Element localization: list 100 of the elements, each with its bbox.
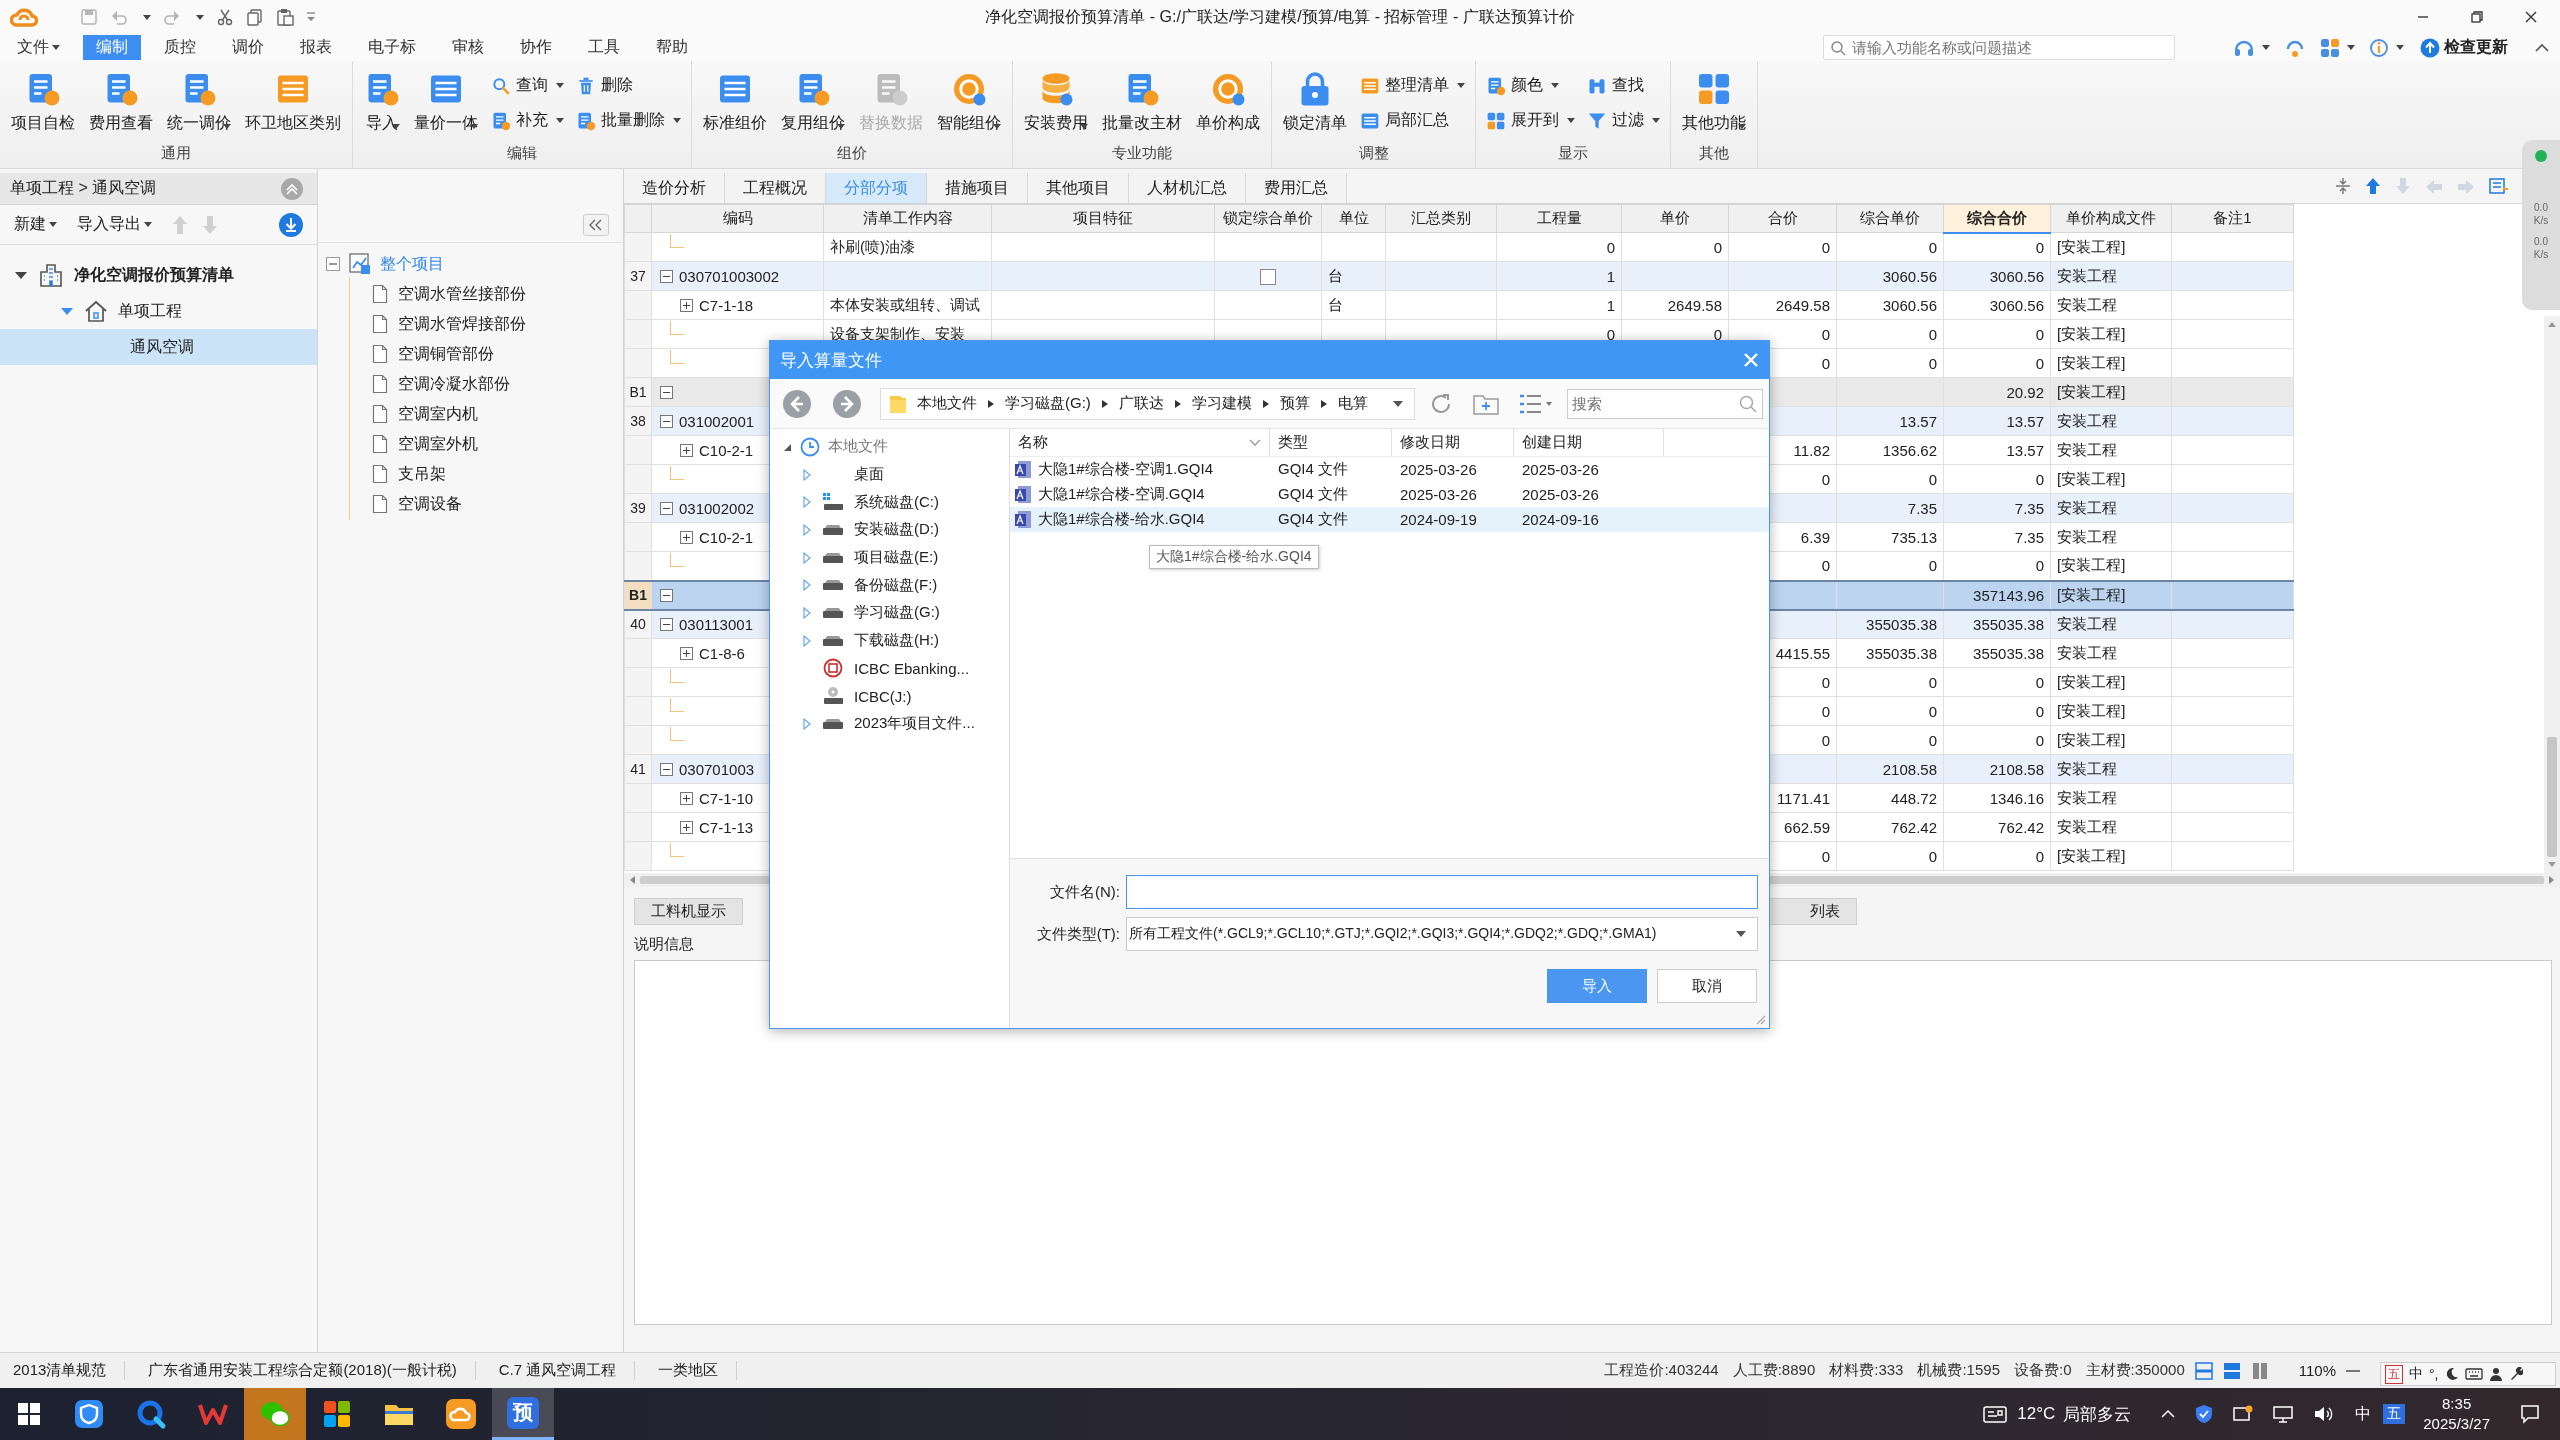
save-icon[interactable] [80, 8, 98, 26]
right-arrow-icon[interactable] [2548, 875, 2556, 885]
settings-icon[interactable] [2489, 177, 2509, 195]
file-name[interactable]: 大隐1#综合楼-空调1.GQI4 [1038, 460, 1214, 479]
layout-icon[interactable] [2194, 1361, 2213, 1380]
toolbar-button[interactable]: 导入 [359, 67, 405, 133]
toolbar-button[interactable]: 费用查看 [84, 67, 158, 138]
tree-item[interactable]: ICBC(J:) [854, 687, 912, 705]
up-arrow-icon[interactable] [2365, 177, 2381, 195]
tree-item[interactable]: 通风空调 [130, 336, 194, 358]
copy-icon[interactable] [246, 8, 264, 26]
menu-item[interactable]: 协作 [507, 35, 565, 60]
toolbar-button[interactable]: 导入导出 [77, 214, 152, 235]
redo-icon[interactable] [163, 8, 181, 26]
tree-item[interactable]: 本地文件 [828, 437, 888, 457]
clock-time[interactable]: 8:35 [2442, 1394, 2472, 1414]
toolbar-button[interactable]: 单价构成 [1191, 67, 1265, 138]
columns-icon[interactable] [2250, 1361, 2269, 1380]
path-bar[interactable]: 本地文件 学习磁盘(G:) 广联达 学习建模 预算 电算 [880, 387, 1415, 420]
toolbar-button[interactable]: 补充 [487, 108, 568, 133]
file-name-field[interactable] [1126, 875, 1758, 909]
collapse-icon[interactable] [2534, 41, 2550, 54]
file-name[interactable]: 大隐1#综合楼-空调.GQI4 [1038, 485, 1205, 504]
toolbar-button[interactable]: 整理清单 [1356, 73, 1469, 98]
tree-item[interactable]: 下载磁盘(H:) [854, 631, 939, 651]
toolbar-button[interactable]: 批量改主材 [1097, 67, 1187, 138]
expand-toggle[interactable] [680, 791, 693, 805]
collapse-toggle[interactable] [660, 269, 673, 283]
file-name[interactable]: 大隐1#综合楼-给水.GQI4 [1038, 510, 1205, 529]
chevron-icon[interactable] [2161, 1409, 2176, 1419]
toolbar-button[interactable]: 展开到 [1482, 108, 1579, 133]
tree-item[interactable]: 备份磁盘(F:) [854, 575, 938, 595]
expand-arrow[interactable] [802, 551, 812, 564]
collapse-toggle[interactable] [660, 762, 673, 776]
search-field[interactable]: 搜索 [1567, 388, 1763, 419]
toolbar-button[interactable]: 批量删除 [572, 108, 685, 133]
toolbar-button[interactable]: 项目自检 [6, 67, 80, 138]
column-header[interactable]: 汇总类别 [1385, 204, 1497, 233]
clock-date[interactable]: 2025/3/27 [2423, 1414, 2490, 1434]
collapse-toggle[interactable] [660, 617, 673, 631]
menu-item[interactable]: 报表 [287, 35, 345, 60]
new-folder-icon[interactable] [1473, 392, 1499, 415]
menu-item[interactable]: 电子标 [355, 35, 429, 60]
file-type-dropdown[interactable]: 所有工程文件(*.GCL9;*.GCL10;*.GTJ;*.GQI2;*.GQI3;*.GQI4;*.GDQ2;*.GDQ;*.GMA1) [1126, 917, 1758, 951]
ime-button[interactable]: °, [2429, 1366, 2439, 1382]
scrollbar[interactable] [2544, 316, 2560, 873]
expand-toggle[interactable] [680, 820, 693, 834]
taskbar-button[interactable]: 预 [492, 1388, 554, 1440]
column-header[interactable]: 锁定综合单价 [1214, 204, 1322, 233]
paste-icon[interactable] [276, 8, 294, 26]
expand-arrow[interactable] [802, 606, 812, 619]
expand-toggle[interactable] [680, 530, 693, 544]
collapse-toggle[interactable] [326, 257, 340, 271]
refresh-icon[interactable] [1429, 391, 1453, 416]
scrollbar-thumb[interactable] [2547, 737, 2557, 857]
menu-item[interactable]: 质控 [151, 35, 209, 60]
toolbar-button[interactable]: 锁定清单 [1278, 67, 1352, 138]
toolbar-button[interactable]: 标准组价 [698, 67, 772, 138]
column-header[interactable]: 项目特征 [991, 204, 1215, 233]
expand-arrow[interactable] [802, 634, 812, 647]
tree-item[interactable]: 空调室内机 [398, 403, 478, 425]
ime-indicator[interactable]: 中 [2355, 1403, 2372, 1425]
column-header[interactable]: 综合合价 [1943, 204, 2051, 233]
keyboard-icon[interactable] [2464, 1367, 2483, 1381]
toolbar-button[interactable]: 查找 [1583, 73, 1664, 98]
resize-grip-icon[interactable] [1756, 1015, 1766, 1025]
cut-icon[interactable] [216, 8, 234, 26]
menu-item[interactable]: 文件 [4, 35, 73, 60]
download-icon[interactable] [279, 212, 303, 237]
tree-item[interactable]: 桌面 [854, 465, 884, 485]
collapse-toggle[interactable] [660, 588, 673, 602]
menu-item[interactable]: 工具 [575, 35, 633, 60]
info-icon[interactable] [2369, 37, 2389, 58]
column-header[interactable]: 单价 [1621, 204, 1729, 233]
tab[interactable]: 工料机显示 [634, 898, 743, 925]
apps-icon[interactable] [2320, 37, 2340, 58]
view-icon[interactable] [1519, 392, 1553, 415]
column-header[interactable]: 名称 [1010, 429, 1270, 456]
column-header[interactable]: 修改日期 [1392, 429, 1514, 456]
expand-toggle[interactable] [680, 298, 693, 312]
column-header[interactable]: 合价 [1728, 204, 1837, 233]
toolbar-button[interactable]: 查询 [487, 73, 568, 98]
column-header[interactable]: 单价构成文件 [2050, 204, 2172, 233]
tray-alert-icon[interactable] [2233, 1405, 2254, 1423]
column-header[interactable]: 单位 [1321, 204, 1386, 233]
column-header[interactable]: 创建日期 [1514, 429, 1664, 456]
collapse-toggle[interactable] [660, 501, 673, 515]
expand-arrow[interactable] [802, 717, 812, 730]
tree-item[interactable]: 空调设备 [398, 493, 462, 515]
menu-item[interactable]: 帮助 [643, 35, 701, 60]
column-header[interactable]: 编码 [651, 204, 824, 233]
column-header[interactable]: 类型 [1270, 429, 1392, 456]
restore-icon[interactable] [2470, 10, 2484, 24]
collapse-button[interactable] [583, 213, 609, 236]
collapse-toggle[interactable] [660, 414, 673, 428]
monitor-icon[interactable] [2273, 1405, 2294, 1423]
tree-item[interactable]: 支吊架 [398, 463, 446, 485]
split-icon[interactable] [2335, 177, 2351, 195]
menu-item[interactable]: 调价 [219, 35, 277, 60]
toolbar-button[interactable]: 颜色 [1482, 73, 1579, 98]
